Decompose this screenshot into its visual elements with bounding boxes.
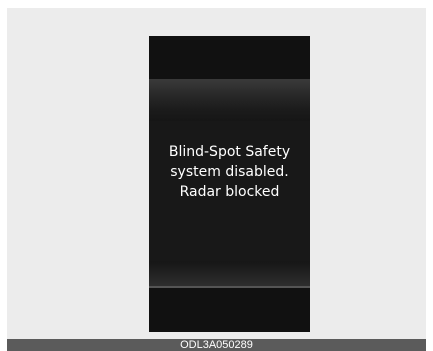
display-top-band (149, 79, 310, 121)
display-bottom-band (149, 261, 310, 287)
warning-message-line-2: system disabled. (170, 164, 289, 180)
display-divider (149, 286, 310, 288)
figure-code-bar: ODL3A050289 (7, 339, 426, 351)
warning-message-line-3: Radar blocked (179, 184, 280, 200)
warning-message-line-1: Blind-Spot Safety (168, 144, 291, 160)
cluster-display: Blind-Spot Safety system disabled. Radar… (149, 36, 310, 332)
illustration-frame: Blind-Spot Safety system disabled. Radar… (7, 8, 426, 339)
warning-message: Blind-Spot Safety system disabled. Radar… (149, 142, 310, 202)
figure-code: ODL3A050289 (180, 339, 253, 351)
